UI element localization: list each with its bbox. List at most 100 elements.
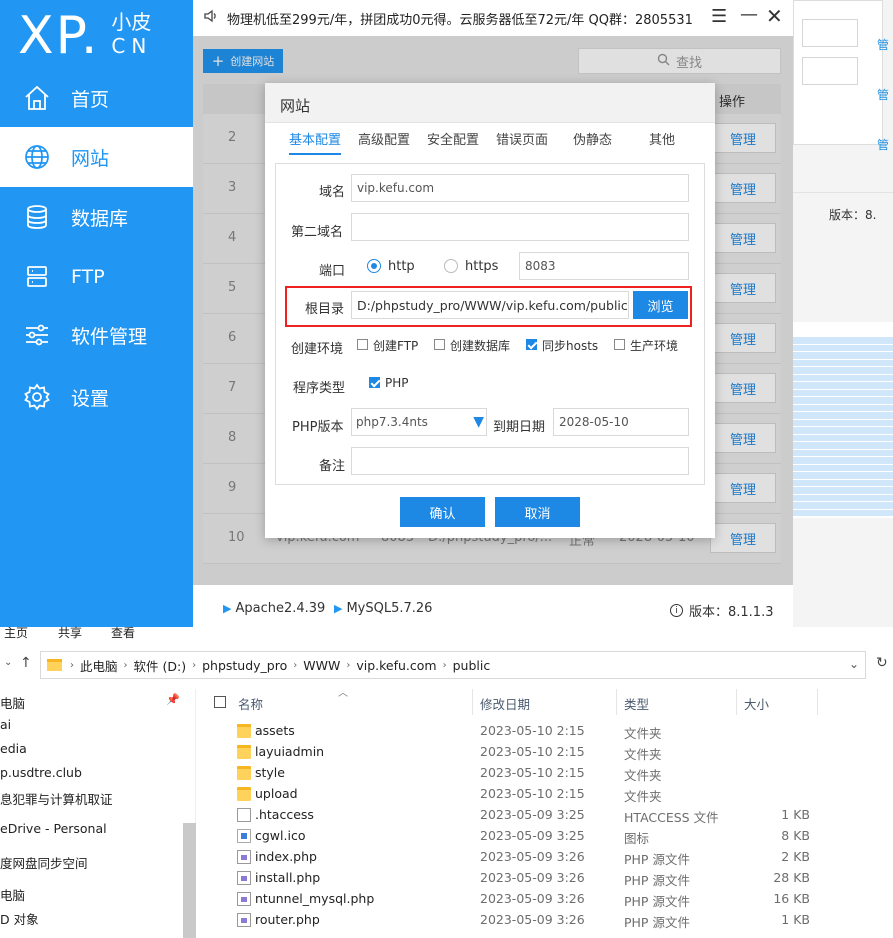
sync-hosts-checkbox[interactable] [526,339,537,350]
cancel-button[interactable]: 取消 [495,497,580,527]
chevron-down-icon[interactable]: ⌄ [849,657,859,671]
sort-up-icon: ︿ [338,688,348,699]
file-icon [237,871,251,885]
nav-pane-scrollbar[interactable] [183,823,196,938]
nav-pane-item[interactable]: D 对象 [0,909,39,928]
domain-input[interactable]: vip.kefu.com [351,174,689,202]
nav-website[interactable]: 网站 [0,127,193,187]
nav-pane-item[interactable]: 电脑 [0,885,25,904]
file-row[interactable]: cgwl.ico 2023-05-09 3:25 图标 8 KB [200,826,893,847]
refresh-icon[interactable]: ↻ [876,655,888,671]
nav-pane-item[interactable]: eDrive - Personal [0,821,107,836]
remark-label: 备注 [319,459,346,474]
php-version-select[interactable]: php7.3.4nts ▼ [351,408,487,436]
thumbnail-row [793,472,893,480]
tab-security-config[interactable]: 安全配置 [427,129,479,155]
breadcrumb-item[interactable]: vip.kefu.com [356,658,436,673]
expire-date-input[interactable]: 2028-05-10 [553,408,689,436]
apache-status[interactable]: ▶ Apache2.4.39 [223,601,325,616]
http-radio[interactable] [367,259,381,273]
column-header-size[interactable]: 大小 [744,694,769,713]
file-row[interactable]: upload 2023-05-10 2:15 文件夹 [200,784,893,805]
nav-software[interactable]: 软件管理 [0,305,193,365]
nav-settings[interactable]: 设置 [0,367,193,427]
php-version-label: PHP版本 [292,420,344,435]
column-divider[interactable] [817,689,818,715]
tab-basic-config[interactable]: 基本配置 [289,129,342,155]
second-domain-input[interactable] [351,213,689,241]
production-env-checkbox[interactable] [614,339,625,350]
tab-error-pages[interactable]: 错误页面 [496,129,548,155]
column-divider[interactable] [736,689,737,715]
https-radio[interactable] [444,259,458,273]
select-all-checkbox[interactable] [214,696,226,708]
column-header-name[interactable]: 名称 [238,694,263,713]
ribbon-tab-view[interactable]: 查看 [111,624,135,641]
background-manage-link[interactable]: 管 [877,86,889,103]
close-icon[interactable]: ✕ [766,4,783,28]
file-row[interactable]: style 2023-05-10 2:15 文件夹 [200,763,893,784]
nav-database[interactable]: 数据库 [0,187,193,247]
nav-pane-item[interactable]: 息犯罪与计算机取证 [0,789,113,808]
background-manage-link[interactable]: 管 [877,136,889,153]
nav-pane-item[interactable]: p.usdtre.club [0,765,82,780]
create-ftp-checkbox[interactable] [357,339,368,350]
breadcrumb-item[interactable]: WWW [303,658,340,673]
nav-home[interactable]: 首页 [0,68,193,128]
column-header-type[interactable]: 类型 [624,694,649,713]
nav-pane-item[interactable]: 度网盘同步空间 [0,853,88,872]
remark-input[interactable] [351,447,689,475]
nav-pane-item[interactable]: ai [0,717,11,732]
thumbnail-row [793,397,893,405]
file-row[interactable]: ntunnel_mysql.php 2023-05-09 3:26 PHP 源文件 1… [200,889,893,910]
file-icon [237,829,251,843]
file-row[interactable]: router.php 2023-05-09 3:26 PHP 源文件 1 KB [200,910,893,931]
breadcrumb-item[interactable]: phpstudy_pro [202,658,287,673]
nav-pane-item[interactable]: 电脑 [0,693,25,712]
tab-other[interactable]: 其他 [649,129,675,155]
breadcrumb-item[interactable]: 此电脑 [80,656,118,675]
breadcrumb-item[interactable]: public [453,658,491,673]
mysql-status[interactable]: ▶ MySQL5.7.26 [334,601,432,616]
column-divider[interactable] [616,689,617,715]
nav-ftp[interactable]: FTP [0,247,193,307]
column-header-date[interactable]: 修改日期 [480,694,530,713]
pin-icon[interactable]: 📌 [166,693,180,706]
mysql-label: MySQL5.7.26 [346,601,433,616]
breadcrumb-item[interactable]: 软件 (D:) [134,656,187,675]
file-type: 文件夹 [624,726,662,741]
back-dropdown-icon[interactable]: ⌄ [4,657,12,668]
root-dir-input[interactable]: D:/phpstudy_pro/WWW/vip.kefu.com/public [351,291,629,319]
column-divider[interactable] [472,689,473,715]
file-type: PHP 源文件 [624,915,690,930]
file-name: ntunnel_mysql.php [255,891,375,906]
tab-advanced-config[interactable]: 高级配置 [358,129,410,155]
file-date: 2023-05-09 3:25 [480,828,585,843]
thumbnail-row [793,374,893,382]
confirm-button[interactable]: 确认 [400,497,485,527]
background-manage-link[interactable]: 管 [877,36,889,53]
file-row[interactable]: layuiadmin 2023-05-10 2:15 文件夹 [200,742,893,763]
port-input[interactable]: 8083 [519,252,689,280]
file-row[interactable]: index.php 2023-05-09 3:26 PHP 源文件 2 KB [200,847,893,868]
ribbon-tab-home[interactable]: 主页 [4,624,28,641]
address-bar[interactable]: › 此电脑 › 软件 (D:) › phpstudy_pro › WWW › vip.k… [40,651,866,679]
nav-pane-item[interactable]: edia [0,741,27,756]
nav-label: 网站 [71,147,110,170]
file-row[interactable]: assets 2023-05-10 2:15 文件夹 [200,721,893,742]
create-db-checkbox[interactable] [434,339,445,350]
browse-button[interactable]: 浏览 [633,291,688,319]
menu-icon[interactable]: ☰ [711,6,727,27]
file-icon [237,808,251,822]
database-icon [22,202,52,232]
file-date: 2023-05-09 3:26 [480,891,585,906]
php-checkbox[interactable] [369,377,380,388]
file-row[interactable]: install.php 2023-05-09 3:26 PHP 源文件 28 KB [200,868,893,889]
file-icon [237,850,251,864]
php-version-value: php7.3.4nts [356,415,428,429]
ribbon-tab-share[interactable]: 共享 [58,624,82,641]
up-arrow-icon[interactable]: ↑ [20,655,32,671]
file-row[interactable]: .htaccess 2023-05-09 3:25 HTACCESS 文件 1 KB [200,805,893,826]
minimize-icon[interactable]: — [740,4,758,25]
tab-rewrite[interactable]: 伪静态 [573,129,612,155]
